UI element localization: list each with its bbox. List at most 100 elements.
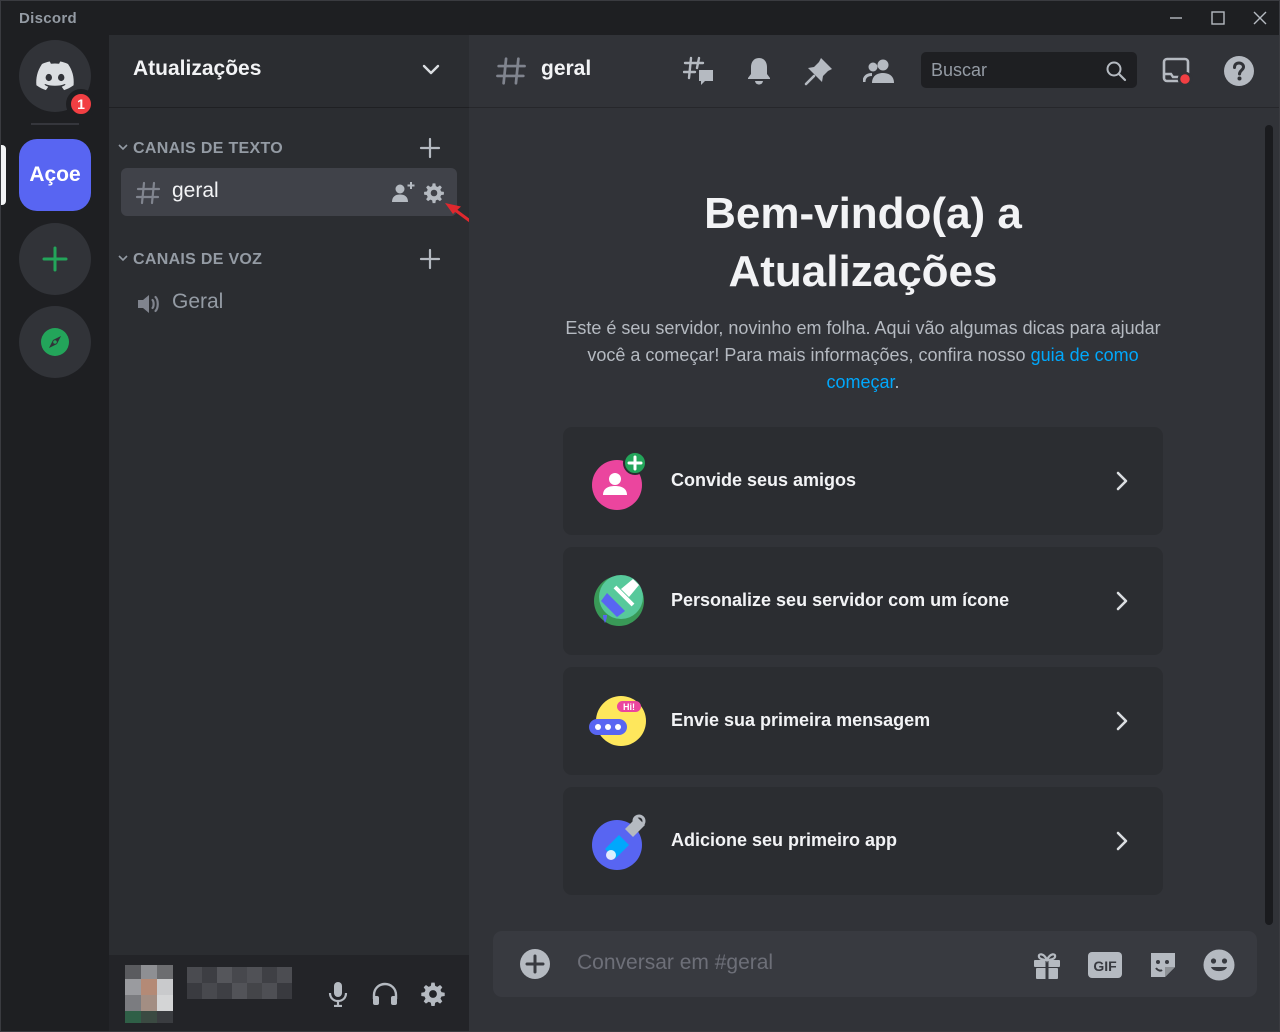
emoji-icon bbox=[1203, 949, 1235, 981]
maximize-button[interactable] bbox=[1199, 5, 1237, 31]
card-label: Adicione seu primeiro app bbox=[671, 830, 898, 850]
message-bubble-icon: Hi! bbox=[589, 696, 646, 746]
welcome-title-line-1: Bem-vindo(a) a bbox=[704, 189, 1022, 238]
help-button[interactable] bbox=[1221, 53, 1257, 89]
category-label: CANAIS DE TEXTO bbox=[133, 140, 283, 157]
deafen-button[interactable] bbox=[368, 977, 402, 1011]
selected-server-indicator bbox=[1, 145, 6, 205]
welcome-description-end: . bbox=[894, 372, 900, 392]
hi-bubble-text: Hi! bbox=[623, 702, 635, 712]
plus-icon bbox=[42, 246, 68, 272]
welcome-title-line-2: Atualizações bbox=[728, 247, 998, 296]
members-icon bbox=[863, 59, 894, 83]
chevron-down-icon bbox=[422, 64, 440, 75]
gif-button[interactable]: GIF bbox=[1087, 947, 1123, 983]
upload-plus-icon[interactable] bbox=[519, 948, 551, 980]
welcome-description: Este é seu servidor, novinho em folha. A… bbox=[561, 315, 1165, 396]
hashtag-icon bbox=[135, 181, 161, 205]
gif-icon: GIF bbox=[1088, 952, 1122, 978]
microphone-icon bbox=[328, 982, 348, 1007]
minimize-button[interactable] bbox=[1157, 5, 1195, 31]
sticker-icon bbox=[1151, 953, 1175, 977]
message-composer[interactable]: Conversar em #geral GIF bbox=[493, 931, 1257, 997]
gift-icon bbox=[1034, 953, 1060, 979]
search-icon bbox=[1106, 61, 1127, 82]
send-first-message-card[interactable]: Hi! Envie sua primeira mensagem bbox=[563, 667, 1163, 775]
chevron-right-icon bbox=[1116, 471, 1128, 491]
category-text-channels[interactable]: CANAIS DE TEXTO bbox=[115, 137, 455, 159]
create-channel-plus-icon[interactable] bbox=[419, 248, 441, 270]
user-settings-button[interactable] bbox=[416, 977, 450, 1011]
channel-sidebar: Atualizações CANAIS DE TEXTO geral CANAI… bbox=[109, 35, 469, 1031]
card-label: Convide seus amigos bbox=[671, 470, 857, 490]
caret-down-icon bbox=[118, 255, 128, 262]
category-label: CANAIS DE VOZ bbox=[133, 251, 263, 268]
notifications-button[interactable] bbox=[741, 53, 777, 89]
pin-icon bbox=[804, 58, 832, 86]
explore-servers-button[interactable] bbox=[19, 306, 91, 378]
add-server-button[interactable] bbox=[19, 223, 91, 295]
server-acoe[interactable]: Açoe bbox=[19, 139, 91, 211]
server-rail: 1 Açoe bbox=[1, 35, 109, 1031]
speaker-icon bbox=[138, 295, 159, 313]
server-header[interactable]: Atualizações bbox=[109, 35, 469, 108]
channel-header: geral Buscar bbox=[469, 35, 1279, 108]
emoji-button[interactable] bbox=[1201, 947, 1237, 983]
sticker-button[interactable] bbox=[1145, 947, 1181, 983]
close-icon bbox=[1253, 11, 1267, 25]
title-bar: Discord bbox=[1, 1, 1279, 35]
create-channel-plus-icon[interactable] bbox=[419, 137, 441, 159]
gif-label: GIF bbox=[1093, 958, 1117, 974]
pinned-messages-button[interactable] bbox=[801, 53, 837, 89]
gift-button[interactable] bbox=[1029, 947, 1065, 983]
inbox-button[interactable] bbox=[1159, 53, 1195, 89]
channel-item-geral[interactable]: geral bbox=[121, 168, 457, 216]
channel-title: geral bbox=[541, 57, 592, 80]
server-name: Atualizações bbox=[133, 57, 262, 80]
help-icon bbox=[1224, 56, 1254, 86]
add-first-app-card[interactable]: Adicione seu primeiro app bbox=[563, 787, 1163, 895]
discord-window: Discord 1 Açoe Atualizações CANAIS DE TE… bbox=[0, 0, 1280, 1032]
maximize-icon bbox=[1211, 11, 1225, 25]
channel-name: Geral bbox=[172, 290, 224, 313]
gear-icon bbox=[421, 982, 445, 1007]
mute-button[interactable] bbox=[321, 977, 355, 1011]
compass-icon bbox=[41, 328, 69, 356]
rail-separator bbox=[31, 123, 79, 125]
main-content: geral Buscar Bem-vindo(a) a Atualizações… bbox=[469, 35, 1279, 1031]
search-placeholder: Buscar bbox=[931, 60, 988, 80]
scrollbar[interactable] bbox=[1265, 125, 1273, 925]
app-title: Discord bbox=[19, 10, 77, 27]
invite-user-icon[interactable] bbox=[391, 181, 417, 203]
chevron-right-icon bbox=[1116, 591, 1128, 611]
hashtag-icon bbox=[496, 57, 526, 85]
member-list-button[interactable] bbox=[861, 53, 897, 89]
user-panel bbox=[109, 955, 469, 1031]
channel-item-voice-geral[interactable]: Geral bbox=[121, 279, 457, 327]
chevron-right-icon bbox=[1116, 831, 1128, 851]
threads-button[interactable] bbox=[681, 53, 717, 89]
close-button[interactable] bbox=[1241, 5, 1279, 31]
headphones-icon bbox=[372, 982, 398, 1005]
search-input[interactable]: Buscar bbox=[921, 52, 1137, 88]
minimize-icon bbox=[1170, 17, 1182, 19]
invite-friends-icon bbox=[592, 451, 647, 510]
card-label: Personalize seu servidor com um ícone bbox=[671, 590, 1010, 610]
card-label: Envie sua primeira mensagem bbox=[671, 710, 931, 730]
message-input-placeholder: Conversar em #geral bbox=[577, 951, 774, 974]
invite-friends-card[interactable]: Convide seus amigos bbox=[563, 427, 1163, 535]
threads-icon bbox=[683, 56, 713, 85]
app-wrench-icon bbox=[592, 814, 646, 870]
chevron-right-icon bbox=[1116, 711, 1128, 731]
home-button[interactable]: 1 bbox=[19, 40, 96, 119]
caret-down-icon bbox=[118, 144, 128, 151]
category-voice-channels[interactable]: CANAIS DE VOZ bbox=[115, 248, 455, 270]
pixelated-username bbox=[187, 967, 292, 999]
paintbrush-icon bbox=[594, 575, 644, 626]
welcome-title: Bem-vindo(a) a Atualizações bbox=[469, 185, 1257, 301]
inbox-icon bbox=[1162, 57, 1193, 87]
bell-icon bbox=[748, 58, 770, 85]
customize-server-icon-card[interactable]: Personalize seu servidor com um ícone bbox=[563, 547, 1163, 655]
pixelated-avatar[interactable] bbox=[125, 965, 173, 1023]
notification-badge: 1 bbox=[66, 89, 96, 119]
